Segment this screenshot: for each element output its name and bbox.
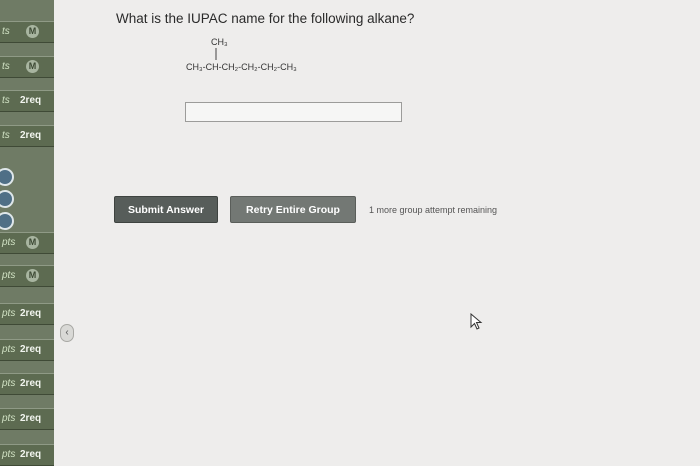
sidebar-item-points: pts	[2, 308, 16, 319]
sidebar-item-badge: M	[26, 269, 39, 282]
sidebar-item-11[interactable]: pts 2req	[0, 444, 54, 466]
sidebar-item-points: ts	[2, 130, 10, 141]
sidebar-item-6[interactable]: pts M	[0, 265, 54, 287]
sidebar-item-points: pts	[2, 237, 16, 248]
sidebar-item-8[interactable]: pts 2req	[0, 339, 54, 361]
sidebar-item-tag: 2req	[20, 130, 42, 141]
sidebar-item-tag: 2req	[20, 308, 42, 319]
chevron-left-icon: ‹	[65, 327, 69, 338]
sidebar-status-circle	[0, 190, 14, 208]
sidebar-item-10[interactable]: pts 2req	[0, 408, 54, 430]
sidebar-item-points: pts	[2, 344, 16, 355]
sidebar-item-9[interactable]: pts 2req	[0, 373, 54, 395]
sidebar-item-points: ts	[2, 61, 10, 72]
collapse-sidebar-button[interactable]: ‹	[60, 324, 74, 342]
submit-answer-button[interactable]: Submit Answer	[114, 196, 218, 223]
mouse-cursor-icon	[470, 313, 483, 330]
sidebar-item-badge: M	[26, 60, 39, 73]
attempts-remaining: 1 more group attempt remaining	[369, 205, 498, 215]
sidebar-item-tag: 2req	[20, 413, 42, 424]
molecule-structure: CH₃ CH₃-CH-CH₂-CH₂-CH₂-CH₃	[186, 37, 297, 72]
answer-input[interactable]	[185, 102, 402, 122]
sidebar-status-circle	[0, 212, 14, 230]
sidebar-item-points: ts	[2, 26, 10, 37]
sidebar-item-tag: 2req	[20, 95, 42, 106]
sidebar-item-points: ts	[2, 95, 10, 106]
sidebar-item-tag: 2req	[20, 378, 42, 389]
sidebar-item-7[interactable]: pts 2req	[0, 303, 54, 325]
sidebar-item-points: pts	[2, 270, 16, 281]
molecule-substituent: CH₃	[211, 37, 228, 47]
sidebar-item-tag: 2req	[20, 449, 42, 460]
sidebar-item-1[interactable]: ts M	[0, 21, 54, 43]
sidebar-item-5[interactable]: pts M	[0, 232, 54, 254]
sidebar-item-badge: M	[26, 236, 39, 249]
sidebar-item-points: pts	[2, 378, 16, 389]
sidebar-item-4[interactable]: ts 2req	[0, 125, 54, 147]
sidebar-item-points: pts	[2, 413, 16, 424]
sidebar-item-2[interactable]: ts M	[0, 56, 54, 78]
question-text: What is the IUPAC name for the following…	[116, 11, 415, 26]
sidebar-item-tag: 2req	[20, 344, 42, 355]
molecule-chain: CH₃-CH-CH₂-CH₂-CH₂-CH₃	[186, 62, 297, 72]
sidebar-status-circle	[0, 168, 14, 186]
sidebar-item-badge: M	[26, 25, 39, 38]
question-sidebar: ts M ts M ts 2req ts 2req pts M pts M pt…	[0, 0, 54, 466]
sidebar-item-3[interactable]: ts 2req	[0, 90, 54, 112]
sidebar-item-points: pts	[2, 449, 16, 460]
retry-group-button[interactable]: Retry Entire Group	[230, 196, 356, 223]
